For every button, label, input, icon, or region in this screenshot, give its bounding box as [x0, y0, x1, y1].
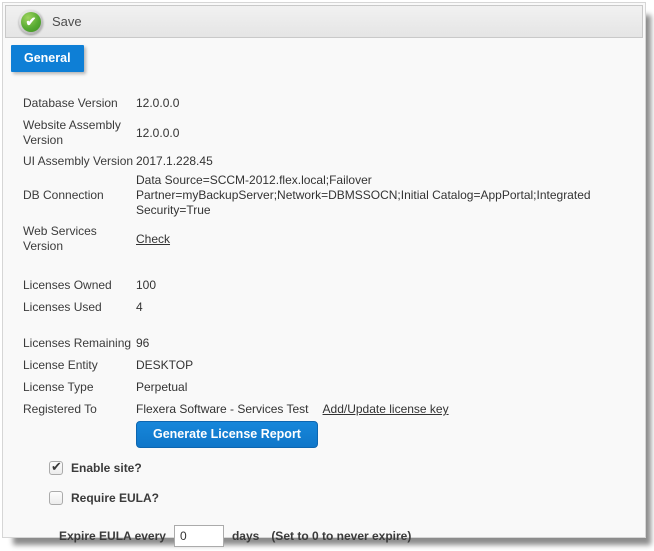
field-label: Website Assembly Version [23, 118, 136, 148]
field-label: License Type [23, 380, 136, 395]
field-value: 12.0.0.0 [136, 96, 179, 111]
field-label: License Entity [23, 358, 136, 373]
field-database-version: Database Version 12.0.0.0 [23, 96, 645, 111]
expire-eula-unit-label: days [232, 529, 259, 543]
field-value: Perpetual [136, 380, 187, 395]
field-license-entity: License Entity DESKTOP [23, 358, 645, 373]
field-label: Licenses Remaining [23, 336, 136, 351]
save-button[interactable]: ✔ Save [17, 8, 90, 36]
save-icon-ring: ✔ [19, 10, 43, 34]
expire-eula-label: Expire EULA every [59, 529, 166, 543]
field-label: Web Services Version [23, 224, 136, 254]
field-value: 12.0.0.0 [136, 126, 179, 141]
field-value: 96 [136, 336, 149, 351]
field-value: 4 [136, 300, 143, 315]
field-value: 100 [136, 278, 156, 293]
field-licenses-owned: Licenses Owned 100 [23, 278, 645, 293]
save-button-label: Save [52, 14, 82, 29]
add-update-license-key-link[interactable]: Add/Update license key [323, 402, 449, 417]
require-eula-label: Require EULA? [71, 491, 159, 505]
enable-site-row[interactable]: Enable site? [49, 461, 645, 475]
expire-eula-hint: (Set to 0 to never expire) [271, 529, 411, 543]
field-license-type: License Type Perpetual [23, 380, 645, 395]
settings-window: ✔ Save General Database Version 12.0.0.0… [2, 2, 646, 538]
registered-to-value: Flexera Software - Services Test [136, 402, 309, 417]
field-label: Registered To [23, 402, 136, 417]
expire-eula-row: Expire EULA every days (Set to 0 to neve… [59, 525, 645, 547]
field-label: Database Version [23, 96, 136, 111]
save-check-icon: ✔ [21, 12, 41, 32]
field-licenses-used: Licenses Used 4 [23, 300, 645, 315]
require-eula-row[interactable]: Require EULA? [49, 491, 645, 505]
field-label: UI Assembly Version [23, 154, 136, 169]
field-registered-to: Registered To Flexera Software - Service… [23, 402, 645, 417]
field-label: Licenses Owned [23, 278, 136, 293]
check-link[interactable]: Check [136, 232, 170, 246]
expire-eula-days-input[interactable] [174, 525, 224, 547]
field-label: DB Connection [23, 188, 136, 203]
field-value: DESKTOP [136, 358, 193, 373]
field-website-assembly-version: Website Assembly Version 12.0.0.0 [23, 118, 645, 148]
field-db-connection: DB Connection Data Source=SCCM-2012.flex… [23, 173, 645, 218]
tab-bar: General [11, 45, 645, 72]
toolbar: ✔ Save [5, 5, 643, 38]
field-label: Licenses Used [23, 300, 136, 315]
tab-general[interactable]: General [11, 45, 84, 72]
enable-site-label: Enable site? [71, 461, 142, 475]
button-row: Generate License Report [136, 421, 645, 448]
settings-page: ✔ Save General Database Version 12.0.0.0… [0, 0, 654, 551]
require-eula-checkbox[interactable] [49, 491, 63, 505]
field-ui-assembly-version: UI Assembly Version 2017.1.228.45 [23, 154, 645, 169]
field-value: Data Source=SCCM-2012.flex.local;Failove… [136, 173, 633, 218]
general-settings-form: Database Version 12.0.0.0 Website Assemb… [23, 96, 645, 547]
field-value: 2017.1.228.45 [136, 154, 213, 169]
site-options-section: Enable site? Require EULA? Expire EULA e… [49, 461, 645, 547]
generate-license-report-button[interactable]: Generate License Report [136, 421, 318, 448]
field-licenses-remaining: Licenses Remaining 96 [23, 336, 645, 351]
field-web-services-version: Web Services Version Check [23, 224, 645, 254]
enable-site-checkbox[interactable] [49, 461, 63, 475]
